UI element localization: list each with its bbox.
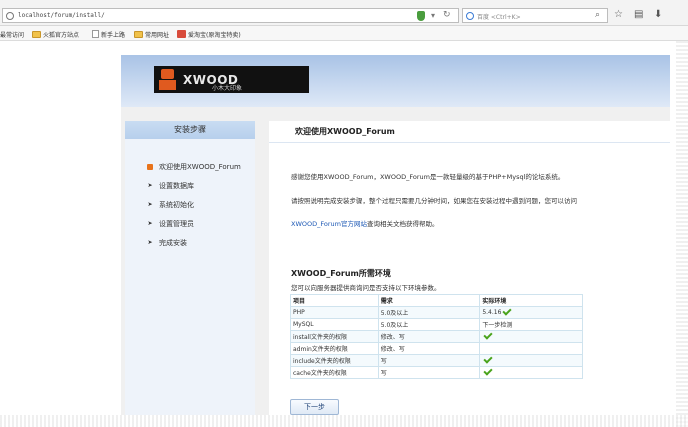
table-row: admin文件夹的权限 修改、写 [290,342,583,355]
bookmark-item[interactable]: 常用网址 [134,29,169,39]
check-icon [502,306,513,316]
col-header-item: 项目 [290,294,379,307]
main-panel: 欢迎使用XWOOD_Forum 感谢您使用XWOOD_Forum，XWOOD_F… [269,121,670,415]
address-url: localhost/forum/install/ [18,12,105,19]
next-button[interactable]: 下一步 [290,399,339,415]
library-icon[interactable]: ▤ [634,9,643,20]
col-header-req: 需求 [377,294,481,307]
installer-shell: XWOOD 小木大印象 安装步骤 欢迎使用XWOOD_Forum ➤ 设置数据库… [121,55,670,415]
logo-subtitle: 小木大印象 [212,85,243,92]
help-suffix: 查询相关文档获得帮助。 [366,220,439,228]
folder-icon [134,30,143,38]
taobao-icon [177,30,186,38]
step-init: ➤ 系统初始化 [147,200,194,209]
arrow-right-icon: ➤ [147,220,153,227]
page-title: 欢迎使用XWOOD_Forum [269,121,670,143]
page-icon [92,30,99,38]
star-icon[interactable]: ☆ [614,9,623,20]
env-subtitle: 您可以向服务器提供商询问是否支持以下环境参数。 [291,284,441,292]
page-canvas: XWOOD 小木大印象 安装步骤 欢迎使用XWOOD_Forum ➤ 设置数据库… [0,41,688,427]
bookmark-item[interactable]: 最常访问 [0,29,24,39]
col-header-actual: 实际环境 [479,294,583,307]
official-site-link[interactable]: XWOOD_Forum官方网站 [291,220,367,228]
search-icon[interactable]: ⌕ [595,10,600,20]
reload-icon[interactable]: ↻ [443,10,451,20]
active-step-icon [147,163,153,170]
arrow-right-icon: ➤ [147,239,153,246]
steps-list: 欢迎使用XWOOD_Forum ➤ 设置数据库 ➤ 系统初始化 ➤ 设置管理员 … [147,157,241,252]
help-line: XWOOD_Forum官方网站查询相关文档获得帮助。 [291,218,438,228]
site-logo: XWOOD 小木大印象 [154,66,309,93]
search-engine-icon[interactable] [466,12,474,20]
table-row: install文件夹的权限 修改、写 [290,330,583,343]
robot-logo-icon [154,66,181,93]
search-bar[interactable]: 百度 <Ctrl+K> ⌕ [462,8,608,23]
check-icon [483,366,493,376]
bookmark-item[interactable]: 爱淘宝(原淘宝特卖) [177,29,241,39]
arrow-right-icon: ➤ [147,201,153,208]
search-placeholder: 百度 <Ctrl+K> [477,14,521,21]
folder-icon [32,30,41,38]
download-icon[interactable]: ⬇ [654,9,662,20]
step-admin: ➤ 设置管理员 [147,219,194,228]
globe-icon [6,12,14,20]
bookmark-item[interactable]: 新手上路 [92,29,125,39]
bookmarks-bar: 最常访问 火狐官方站点 新手上路 常用网址 爱淘宝(原淘宝特卖) [0,26,688,41]
shield-icon[interactable] [417,11,425,21]
torn-edge-right [676,41,688,427]
step-welcome: 欢迎使用XWOOD_Forum [147,157,241,176]
header-banner: XWOOD 小木大印象 [121,55,670,107]
intro-text: 感谢您使用XWOOD_Forum，XWOOD_Forum是一款轻量级的基于PHP… [291,173,565,181]
table-row: PHP 5.0及以上 5.4.16 [290,306,583,319]
check-icon [483,330,493,340]
sidebar-title: 安装步骤 [125,121,255,139]
torn-edge-bottom [0,415,688,427]
table-row: MySQL 5.0及以上 下一步检测 [290,318,583,331]
step-database: ➤ 设置数据库 [147,181,194,190]
instructions-text: 请按照说明完成安装步骤，整个过程只需要几分钟时间，如果您在安装过程中遇到问题，您… [291,197,577,205]
env-title: XWOOD_Forum所需环境 [291,269,391,278]
table-header-row: 项目 需求 实际环境 [290,294,583,307]
browser-toolbar: localhost/forum/install/ ▾ ↻ 百度 <Ctrl+K>… [0,0,688,26]
step-finish: ➤ 完成安装 [147,238,187,247]
chevron-down-icon[interactable]: ▾ [431,11,435,20]
install-steps-sidebar: 安装步骤 欢迎使用XWOOD_Forum ➤ 设置数据库 ➤ 系统初始化 ➤ 设… [125,121,255,415]
table-row: cache文件夹的权限 写 [290,366,583,379]
env-table: 项目 需求 实际环境 PHP 5.0及以上 5.4.16 MySQL 5.0及以… [290,294,583,379]
table-row: include文件夹的权限 写 [290,354,583,367]
arrow-right-icon: ➤ [147,182,153,189]
check-icon [483,354,493,364]
bookmark-item[interactable]: 火狐官方站点 [32,29,79,39]
address-bar[interactable]: localhost/forum/install/ ▾ ↻ [2,8,459,23]
